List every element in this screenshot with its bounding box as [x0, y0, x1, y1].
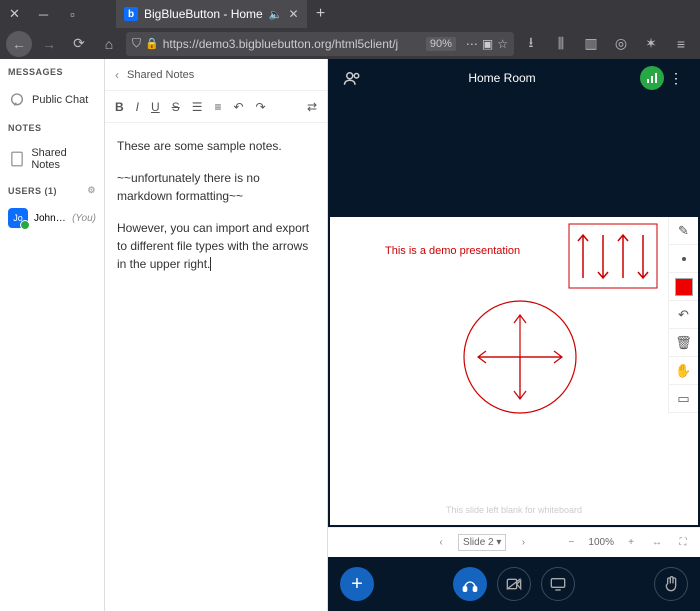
strikethrough-button[interactable]: S [172, 100, 180, 114]
connection-status-icon[interactable] [640, 66, 664, 90]
tab-title: BigBlueButton - Home [144, 7, 263, 21]
url-bar[interactable]: ⛉ 🔒 https://demo3.bigbluebutton.org/html… [126, 32, 514, 56]
whiteboard-toolbar: ✎ ↶ 🗑 ✋ ▭ [668, 217, 698, 413]
tool-pan-button[interactable]: ✋ [669, 357, 698, 385]
tool-multiuser-button[interactable]: ▭ [669, 385, 698, 413]
drawing-arrows-box [568, 223, 658, 289]
user-you-label: (You) [72, 213, 96, 224]
public-chat-item[interactable]: Public Chat [0, 85, 104, 115]
messages-header: MESSAGES [0, 59, 104, 85]
redo-button[interactable]: ↷ [256, 100, 266, 114]
tab-spacer [87, 0, 116, 28]
share-screen-button[interactable] [541, 567, 575, 601]
action-bar: + [328, 557, 700, 611]
room-title: Home Room [364, 71, 640, 85]
tool-clear-button[interactable]: 🗑 [669, 329, 698, 357]
raise-hand-button[interactable] [654, 567, 688, 601]
nav-back-button[interactable]: ← [6, 31, 32, 57]
notes-line: These are some sample notes. [117, 137, 315, 155]
options-menu-button[interactable]: ⋮ [664, 66, 688, 90]
window-close-icon[interactable]: ✕ [0, 0, 29, 28]
more-icon[interactable]: ⋯ [466, 37, 478, 51]
library-icon[interactable]: ⫼ [548, 31, 574, 57]
audio-button[interactable] [453, 567, 487, 601]
notes-toolbar: B I U S ☰ ≡ ↶ ↷ ⇄ [105, 91, 327, 123]
notes-editor[interactable]: These are some sample notes. ~~unfortuna… [105, 123, 327, 301]
notes-icon [8, 150, 25, 168]
zoom-level: 100% [588, 537, 614, 548]
shield-icon[interactable]: ⛉ [132, 36, 141, 51]
tool-thickness-button[interactable] [669, 245, 698, 273]
shared-notes-title: Shared Notes [127, 69, 194, 81]
underline-button[interactable]: U [151, 100, 160, 114]
url-text: https://demo3.bigbluebutton.org/html5cli… [163, 37, 422, 51]
bold-button[interactable]: B [115, 100, 124, 114]
chat-icon [8, 91, 26, 109]
users-header: USERS (1) [8, 186, 57, 196]
slide-text: This is a demo presentation [385, 245, 520, 257]
notes-back-button[interactable]: ‹ [115, 68, 119, 82]
actions-add-button[interactable]: + [340, 567, 374, 601]
zoom-out-button[interactable]: − [562, 534, 580, 552]
italic-button[interactable]: I [136, 100, 139, 114]
extension-icon-1[interactable]: ◎ [608, 31, 634, 57]
tab-close-icon[interactable]: ✕ [288, 7, 298, 21]
public-chat-label: Public Chat [32, 94, 88, 106]
shared-notes-panel: ‹ Shared Notes B I U S ☰ ≡ ↶ ↷ ⇄ These a… [105, 59, 328, 611]
slide-select[interactable]: Slide 2 ▾ [458, 534, 506, 551]
extension-icon-2[interactable]: ✶ [638, 31, 664, 57]
user-name: John Per… [34, 213, 66, 224]
notes-header: NOTES [0, 115, 104, 141]
gear-icon[interactable]: ⚙ [87, 185, 96, 196]
nav-reload-button[interactable]: ⟳ [66, 31, 92, 57]
new-tab-button[interactable]: + [307, 0, 335, 28]
tool-pencil-button[interactable]: ✎ [669, 217, 698, 245]
tab-favicon: b [124, 7, 138, 21]
slide-nav-bar: ‹ Slide 2 ▾ › − 100% + ↔ ⛶ [328, 527, 700, 557]
shared-notes-label: Shared Notes [31, 147, 96, 171]
next-slide-button[interactable]: › [514, 534, 532, 552]
avatar: Jo [8, 208, 28, 228]
window-maximize-icon[interactable]: ▫ [58, 0, 87, 28]
sidebar-icon[interactable]: ▥ [578, 31, 604, 57]
user-list-sidebar: MESSAGES Public Chat NOTES Shared Notes … [0, 59, 105, 611]
audio-icon[interactable]: 🔈 [269, 8, 283, 21]
reader-icon[interactable]: ▣ [482, 37, 493, 51]
nav-home-button[interactable]: ⌂ [96, 31, 122, 57]
prev-slide-button[interactable]: ‹ [432, 534, 450, 552]
zoom-badge[interactable]: 90% [426, 37, 456, 51]
downloads-icon[interactable]: ⭳ [518, 31, 544, 57]
nav-forward-button[interactable]: → [36, 31, 62, 57]
ordered-list-button[interactable]: ☰ [192, 100, 203, 114]
tool-color-button[interactable] [669, 273, 698, 301]
notes-line: ~~unfortunately there is no markdown for… [117, 169, 315, 205]
unordered-list-button[interactable]: ≡ [214, 100, 221, 114]
bookmark-icon[interactable]: ☆ [497, 37, 508, 51]
window-minimize-icon[interactable]: ─ [29, 0, 58, 28]
slide-footer-text: This slide left blank for whiteboard [330, 505, 698, 515]
lock-icon[interactable]: 🔒 [145, 37, 159, 50]
shared-notes-item[interactable]: Shared Notes [0, 141, 104, 177]
undo-button[interactable]: ↶ [233, 100, 243, 114]
zoom-in-button[interactable]: + [622, 534, 640, 552]
notes-line: However, you can import and export to di… [117, 219, 315, 273]
whiteboard-slide[interactable]: This is a demo presentation [330, 217, 698, 525]
browser-tab[interactable]: b BigBlueButton - Home 🔈 ✕ [116, 0, 307, 28]
menu-icon[interactable]: ≡ [668, 31, 694, 57]
fit-width-button[interactable]: ↔ [648, 534, 666, 552]
fullscreen-button[interactable]: ⛶ [674, 534, 692, 552]
users-toggle-icon[interactable] [340, 66, 364, 90]
drawing-circle-arrows [460, 297, 580, 417]
presentation-area: Home Room ⋮ This is a demo presentation [328, 59, 700, 611]
import-export-button[interactable]: ⇄ [307, 100, 317, 114]
share-webcam-button[interactable] [497, 567, 531, 601]
user-list-item[interactable]: Jo John Per… (You) [0, 204, 104, 232]
tool-undo-button[interactable]: ↶ [669, 301, 698, 329]
